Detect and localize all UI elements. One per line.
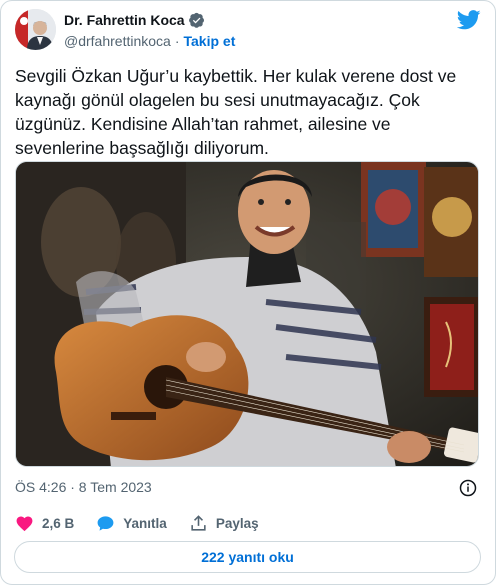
author-handle-line: @drfahrettinkoca · Takip et (64, 33, 235, 49)
separator-dot: · (174, 33, 180, 49)
share-label: Paylaş (215, 515, 259, 531)
photo-guitarist (16, 162, 478, 466)
like-count: 2,6 B (42, 515, 75, 531)
share-button[interactable]: Paylaş (189, 514, 259, 533)
tweet-header: Dr. Fahrettin Koca @drfahrettinkoca · Ta… (15, 9, 485, 53)
tweet-text: Sevgili Özkan Uğur’u kaybettik. Her kula… (15, 66, 457, 158)
author-handle[interactable]: @drfahrettinkoca (64, 33, 171, 49)
read-replies-button[interactable]: 222 yanıtı oku (14, 541, 481, 573)
share-upload-icon (191, 514, 206, 531)
author-name-line: Dr. Fahrettin Koca (64, 12, 205, 28)
tweet-actions: 2,6 B Yanıtla Paylaş (15, 513, 259, 533)
speech-bubble-icon (97, 515, 114, 531)
tweet-photo[interactable] (15, 161, 479, 467)
reply-button[interactable]: Yanıtla (96, 514, 167, 533)
tweet-card: Dr. Fahrettin Koca @drfahrettinkoca · Ta… (0, 0, 496, 585)
reply-label: Yanıtla (123, 515, 167, 531)
heart-icon (16, 516, 33, 531)
author-avatar[interactable] (15, 9, 56, 50)
info-icon[interactable] (459, 479, 477, 497)
timestamp-row: ÖS 4:26 · 8 Tem 2023 (15, 479, 479, 499)
tweet-timestamp[interactable]: ÖS 4:26 · 8 Tem 2023 (15, 479, 152, 495)
author-name[interactable]: Dr. Fahrettin Koca (64, 12, 185, 28)
verified-badge-icon (188, 12, 204, 28)
twitter-bird-icon[interactable] (457, 10, 481, 30)
like-button[interactable]: 2,6 B (15, 514, 74, 533)
follow-button[interactable]: Takip et (184, 33, 236, 49)
